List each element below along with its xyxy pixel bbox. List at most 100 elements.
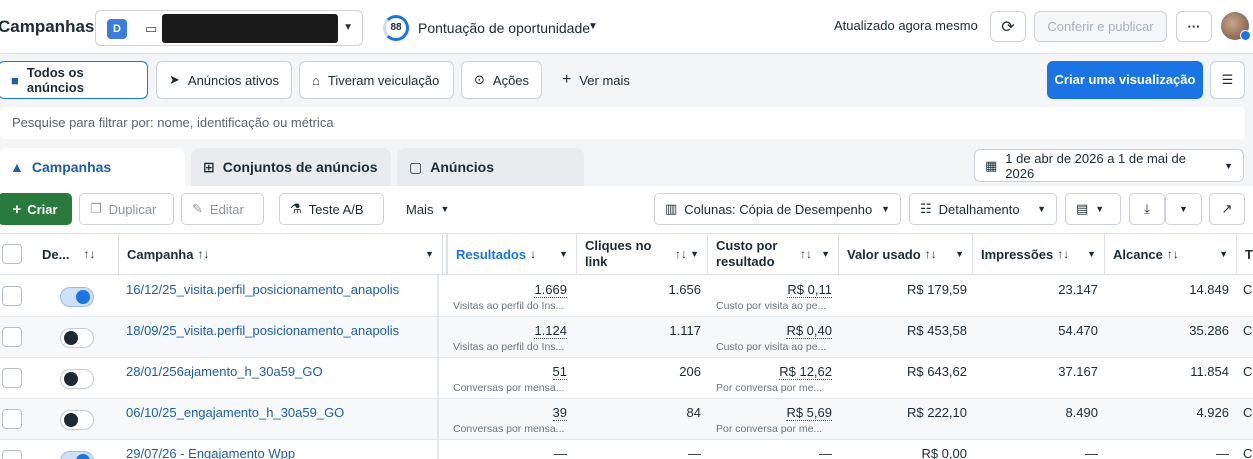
results-value: 1.669: [446, 282, 567, 298]
delivery-toggle[interactable]: [60, 328, 94, 348]
row-checkbox[interactable]: [2, 450, 22, 459]
cost-per-result-value: R$ 5,69: [708, 405, 832, 421]
campaign-name-link[interactable]: 18/09/25_visita.perfil_posicionamento_an…: [126, 323, 399, 338]
cost-per-result-value: R$ 12,62: [708, 364, 832, 380]
delivery-toggle[interactable]: [60, 369, 94, 389]
create-view-button[interactable]: Criar uma visualização: [1047, 61, 1203, 99]
cpr-subtitle: Custo por visita ao pe...: [716, 300, 827, 312]
campaign-name-link[interactable]: 28/01/256ajamento_h_30a59_GO: [126, 364, 323, 379]
col-campaign-label: Campanha: [127, 246, 194, 262]
reach-value: 14.849: [1189, 282, 1229, 297]
edit-button[interactable]: ✎ Editar: [181, 193, 264, 225]
select-all-checkbox[interactable]: [2, 244, 22, 264]
filter-active-ads[interactable]: ➤ Anúncios ativos: [156, 61, 292, 99]
column-divider: [437, 275, 439, 459]
chevron-down-icon[interactable]: ▼: [588, 21, 598, 32]
download-icon: ⤓: [1144, 201, 1150, 216]
col-link-clicks[interactable]: Cliques no link ↑↓ ▼: [577, 233, 708, 275]
search-input[interactable]: Pesquise para filtrar por: nome, identif…: [0, 107, 1245, 139]
campaign-name-link[interactable]: 06/10/25_engajamento_h_30a59_GO: [126, 405, 344, 420]
reach-value: 4.926: [1196, 405, 1229, 420]
row-checkbox[interactable]: [2, 286, 22, 306]
delivery-toggle[interactable]: [60, 410, 94, 430]
ab-test-label: Teste A/B: [308, 201, 364, 217]
next-column-value: C: [1243, 282, 1253, 297]
col-amount-spent[interactable]: Valor usado ↑↓ ▼: [839, 233, 973, 275]
delivery-toggle[interactable]: [60, 451, 94, 459]
link-clicks-value: 206: [679, 364, 701, 379]
row-checkbox[interactable]: [2, 368, 22, 388]
more-dropdown[interactable]: Mais ▼: [396, 193, 462, 225]
results-number: 39: [552, 405, 567, 421]
col-reach[interactable]: Alcance ↑↓ ▼: [1105, 233, 1237, 275]
redacted-account-name: [162, 14, 338, 43]
tab-campaigns-label: Campanhas: [31, 159, 112, 175]
next-column-value: C: [1243, 446, 1253, 459]
sort-icon: ↑↓: [800, 247, 812, 261]
next-column-value: C: [1243, 323, 1253, 338]
see-more-button[interactable]: + Ver mais: [550, 61, 645, 99]
filter-all-ads[interactable]: ■ Todos os anúncios: [0, 61, 148, 99]
tab-adsets[interactable]: ⊞ Conjuntos de anúncios: [191, 148, 391, 186]
col-results[interactable]: Resultados ↓ ▼: [446, 233, 577, 275]
cpr-number: —: [819, 446, 832, 459]
create-button[interactable]: + Criar: [0, 193, 72, 225]
date-range-picker[interactable]: ▦ 1 de abr de 2026 a 1 de mai de 2026 ▼: [974, 149, 1244, 182]
filter-active-ads-label: Anúncios ativos: [187, 72, 279, 88]
link-clicks-value: 1.117: [669, 323, 701, 338]
filter-actions[interactable]: ⊙ Ações: [461, 61, 542, 99]
impressions-value: —: [1085, 446, 1098, 459]
filter-delivered[interactable]: ⌂ Tiveram veiculação: [299, 61, 454, 99]
date-range-label: 1 de abr de 2026 a 1 de mai de 2026: [1005, 150, 1186, 181]
col-impressions-label: Impressões: [981, 246, 1054, 262]
col-campaign[interactable]: Campanha ↑↓ ▼: [119, 233, 443, 275]
cpr-subtitle: Custo por visita ao pe...: [716, 341, 827, 353]
duplicate-button[interactable]: ❐ Duplicar: [79, 193, 174, 225]
results-subtitle: Conversas por mensa...: [453, 382, 565, 394]
refresh-button[interactable]: ⟳: [990, 11, 1026, 42]
ad-account-icon: ▭: [145, 21, 158, 36]
amount-spent-value: R$ 0,00: [921, 446, 967, 459]
filter-delivered-label: Tiveram veiculação: [327, 72, 440, 88]
col-next[interactable]: T: [1237, 233, 1253, 275]
more-options-button[interactable]: ···: [1176, 11, 1212, 42]
charts-button[interactable]: ↗: [1209, 193, 1245, 225]
delivery-toggle[interactable]: [60, 287, 94, 307]
col-results-label: Resultados: [456, 246, 527, 262]
columns-dropdown[interactable]: ▥ Colunas: Cópia de Desempenho ▼: [654, 193, 901, 225]
tab-ads[interactable]: ▢ Anúncios: [397, 148, 584, 186]
flag-icon: ▲: [10, 159, 24, 175]
results-value: 51: [446, 364, 567, 380]
campaign-name-link[interactable]: 16/12/25_visita.perfil_posicionamento_an…: [126, 282, 399, 297]
account-selector[interactable]: D ▭ ▼: [95, 10, 363, 46]
publish-button[interactable]: Conferir e publicar: [1034, 11, 1167, 42]
export-dropdown[interactable]: ▼: [1165, 193, 1202, 225]
toggle-knob: [64, 372, 78, 386]
opportunity-score-label[interactable]: Pontuação de oportunidade: [418, 20, 590, 36]
col-impressions[interactable]: Impressões ↑↓ ▼: [973, 233, 1105, 275]
tab-adsets-label: Conjuntos de anúncios: [222, 159, 378, 175]
opportunity-score[interactable]: 88: [383, 15, 409, 41]
amount-spent-value: R$ 453,58: [907, 323, 967, 338]
export-button[interactable]: ⤓: [1129, 193, 1165, 225]
row-checkbox[interactable]: [2, 327, 22, 347]
campaign-name-link[interactable]: 29/07/26 - Engajamento Wpp: [126, 446, 295, 459]
tab-campaigns[interactable]: ▲ Campanhas: [0, 148, 185, 186]
chevron-down-icon: ▼: [821, 249, 830, 259]
filter-all-ads-label: Todos os anúncios: [26, 65, 84, 95]
reports-dropdown[interactable]: ▤ ▼: [1065, 193, 1121, 225]
settings-sliders-button[interactable]: ☰: [1210, 61, 1245, 99]
results-number: 1.669: [534, 282, 567, 298]
toggle-knob: [76, 454, 90, 459]
results-number: 51: [552, 364, 567, 380]
ab-test-button[interactable]: ⚗ Teste A/B: [279, 193, 384, 225]
impressions-value: 54.470: [1058, 323, 1098, 338]
sort-icon: ↑↓: [675, 247, 687, 261]
row-checkbox[interactable]: [2, 409, 22, 429]
col-delivery[interactable]: De... ↑↓: [34, 233, 119, 275]
breakdown-dropdown[interactable]: ☷ Detalhamento ▼: [909, 193, 1057, 225]
col-cost-per-result[interactable]: Custo por resultado ↑↓ ▼: [708, 233, 839, 275]
more-label: Mais: [406, 201, 434, 217]
chevron-down-icon: ▼: [1087, 249, 1096, 259]
chevron-down-icon: ▼: [1219, 249, 1228, 259]
